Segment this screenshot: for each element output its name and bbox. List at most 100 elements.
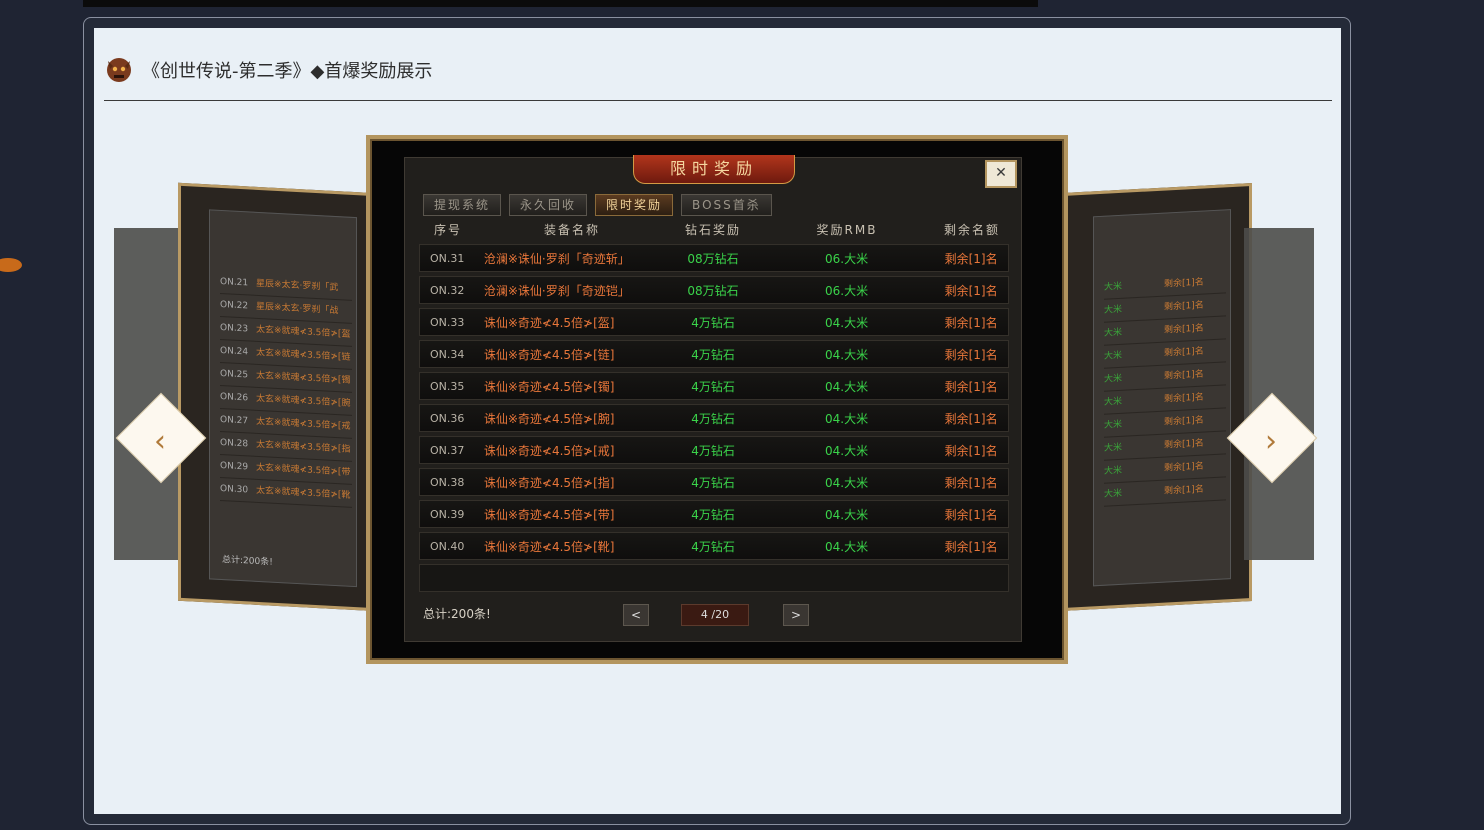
row-number: ON.32 (430, 283, 465, 297)
table-row: ON.39 诛仙※奇迹≮4.5倍≯[带] 4万钻石 04.大米 剩余[1]名 (419, 500, 1009, 528)
diamond-reward: 4万钻石 (691, 507, 735, 522)
row-number: ON.36 (430, 411, 465, 425)
side-right-rmb: 大米 (1104, 396, 1123, 408)
side-left-item-name: 星辰※太玄·罗刹「战 (256, 301, 339, 317)
row-number: ON.33 (430, 315, 465, 329)
decorative-blob (0, 258, 22, 272)
item-name: 诛仙※奇迹≮4.5倍≯[盔] (483, 315, 615, 330)
remaining-slots: 剩余[1]名 (944, 507, 998, 522)
item-name: 诛仙※奇迹≮4.5倍≯[指] (483, 475, 615, 490)
demon-head-icon (107, 58, 131, 82)
tab-boss-first-kill[interactable]: BOSS首杀 (681, 194, 772, 216)
item-name: 诛仙※奇迹≮4.5倍≯[戒] (483, 443, 615, 458)
diamond-reward: 4万钻石 (691, 539, 735, 554)
remaining-slots: 剩余[1]名 (944, 539, 998, 554)
side-left-row-number: ON.28 (220, 437, 249, 450)
table-row: ON.32 沧澜※诛仙·罗刹「奇迹铠」 08万钻石 06.大米 剩余[1]名 (419, 276, 1009, 304)
side-left-rows: ON.21 星辰※太玄·罗刹「武 ON.22 星辰※太玄·罗刹「战 ON.23 太玄※就魂… (220, 270, 352, 508)
side-right-row: 大米 剩余[1]名 (1104, 477, 1226, 507)
reward-modal-inner: 限时奖励 ✕ 提现系统 永久回收 限时奖励 BOSS首杀 序号 装备名称 钻石奖… (404, 155, 1022, 642)
column-header-remaining: 剩余名额 (943, 223, 1000, 237)
side-left-total: 总计:200条! (222, 555, 273, 568)
carousel-slide-far-right[interactable] (1244, 228, 1314, 560)
rmb-reward: 04.大米 (825, 347, 869, 362)
modal-banner: 限时奖励 (633, 155, 795, 184)
tab-limited-reward[interactable]: 限时奖励 (595, 194, 674, 216)
tab-permanent-recycle[interactable]: 永久回收 (509, 194, 588, 216)
column-header-no: 序号 (433, 223, 462, 237)
diamond-reward: 4万钻石 (691, 347, 735, 362)
table-row: ON.38 诛仙※奇迹≮4.5倍≯[指] 4万钻石 04.大米 剩余[1]名 (419, 468, 1009, 496)
side-left-item-name: 太玄※就魂≮3.5倍≯[链 (256, 347, 351, 363)
remaining-slots: 剩余[1]名 (944, 347, 998, 362)
side-left-item-name: 星辰※太玄·罗刹「武 (256, 278, 339, 294)
row-number: ON.39 (430, 507, 465, 521)
diamond-reward: 4万钻石 (691, 475, 735, 490)
item-name: 沧澜※诛仙·罗刹「奇迹铠」 (483, 283, 630, 298)
modal-footer: 总计:200条! < 4 /20 > (423, 602, 1007, 626)
item-name: 诛仙※奇迹≮4.5倍≯[镯] (483, 379, 615, 394)
side-right-remaining: 剩余[1]名 (1164, 300, 1204, 313)
reward-table-body: ON.31 沧澜※诛仙·罗刹「奇迹斩」 08万钻石 06.大米 剩余[1]名 ON.32 沧… (419, 244, 1009, 564)
rmb-reward: 04.大米 (825, 379, 869, 394)
side-right-rmb: 大米 (1104, 488, 1123, 500)
next-page-button[interactable]: > (783, 604, 809, 626)
side-right-remaining: 剩余[1]名 (1164, 461, 1204, 474)
title-divider (104, 100, 1332, 101)
side-right-inner: 大米 剩余[1]名 大米 剩余[1]名 大米 剩余[1]名 大米 剩余[1]名 大米 剩余[1]名… (1093, 209, 1231, 587)
close-icon[interactable]: ✕ (985, 160, 1017, 188)
side-left-item-name: 太玄※就魂≮3.5倍≯[盔 (256, 324, 351, 340)
table-row: ON.33 诛仙※奇迹≮4.5倍≯[盔] 4万钻石 04.大米 剩余[1]名 (419, 308, 1009, 336)
arrow-left-icon[interactable]: ‹ (140, 422, 180, 462)
table-row: ON.31 沧澜※诛仙·罗刹「奇迹斩」 08万钻石 06.大米 剩余[1]名 (419, 244, 1009, 272)
showcase-panel: 《创世传说-第二季》◆首爆奖励展示 ON.21 星辰※太玄·罗刹「武 ON.22 星辰… (94, 28, 1341, 814)
rmb-reward: 04.大米 (825, 411, 869, 426)
remaining-slots: 剩余[1]名 (944, 411, 998, 426)
item-name: 诛仙※奇迹≮4.5倍≯[带] (483, 507, 615, 522)
side-left-inner: ON.21 星辰※太玄·罗刹「武 ON.22 星辰※太玄·罗刹「战 ON.23 太玄※就魂… (209, 209, 357, 588)
remaining-slots: 剩余[1]名 (944, 283, 998, 298)
side-right-remaining: 剩余[1]名 (1164, 484, 1204, 497)
remaining-slots: 剩余[1]名 (944, 443, 998, 458)
item-name: 诛仙※奇迹≮4.5倍≯[靴] (483, 539, 615, 554)
arrow-right-icon[interactable]: › (1251, 422, 1291, 462)
side-left-item-name: 太玄※就魂≮3.5倍≯[戒 (256, 416, 351, 432)
table-empty-row (419, 564, 1009, 592)
table-row: ON.36 诛仙※奇迹≮4.5倍≯[腕] 4万钻石 04.大米 剩余[1]名 (419, 404, 1009, 432)
modal-tabs: 提现系统 永久回收 限时奖励 BOSS首杀 (423, 194, 772, 216)
side-right-rmb: 大米 (1104, 373, 1123, 385)
side-left-row-number: ON.30 (220, 483, 249, 496)
diamond-reward: 4万钻石 (691, 379, 735, 394)
side-left-item-name: 太玄※就魂≮3.5倍≯[镯 (256, 370, 351, 386)
side-left-row-number: ON.22 (220, 299, 249, 312)
diamond-reward: 08万钻石 (687, 251, 739, 266)
page-indicator: 4 /20 (681, 604, 749, 626)
side-left-row-number: ON.21 (220, 276, 249, 289)
side-left-row-number: ON.24 (220, 345, 249, 358)
rmb-reward: 04.大米 (825, 443, 869, 458)
table-row: ON.40 诛仙※奇迹≮4.5倍≯[靴] 4万钻石 04.大米 剩余[1]名 (419, 532, 1009, 560)
table-row: ON.34 诛仙※奇迹≮4.5倍≯[链] 4万钻石 04.大米 剩余[1]名 (419, 340, 1009, 368)
carousel-slide-left[interactable]: ON.21 星辰※太玄·罗刹「武 ON.22 星辰※太玄·罗刹「战 ON.23 太玄※就魂… (178, 182, 378, 612)
rmb-reward: 04.大米 (825, 539, 869, 554)
prev-page-button[interactable]: < (623, 604, 649, 626)
column-header-rmb: 奖励RMB (816, 223, 878, 237)
carousel-slide-right[interactable]: 大米 剩余[1]名 大米 剩余[1]名 大米 剩余[1]名 大米 剩余[1]名 大米 剩余[1]名… (1062, 183, 1252, 611)
column-header-diamond: 钻石奖励 (684, 223, 741, 237)
side-right-remaining: 剩余[1]名 (1164, 392, 1204, 405)
remaining-slots: 剩余[1]名 (944, 315, 998, 330)
side-right-rows: 大米 剩余[1]名 大米 剩余[1]名 大米 剩余[1]名 大米 剩余[1]名 大米 剩余[1]名… (1104, 270, 1226, 507)
row-number: ON.40 (430, 539, 465, 553)
row-number: ON.34 (430, 347, 465, 361)
side-right-rmb: 大米 (1104, 327, 1123, 339)
diamond-reward: 4万钻石 (691, 443, 735, 458)
column-header-name: 装备名称 (543, 223, 600, 237)
side-right-remaining: 剩余[1]名 (1164, 323, 1204, 336)
diamond-reward: 4万钻石 (691, 315, 735, 330)
remaining-slots: 剩余[1]名 (944, 475, 998, 490)
side-right-rmb: 大米 (1104, 281, 1123, 293)
side-right-rmb: 大米 (1104, 304, 1123, 316)
tab-withdraw-system[interactable]: 提现系统 (423, 194, 502, 216)
rmb-reward: 04.大米 (825, 315, 869, 330)
item-name: 诛仙※奇迹≮4.5倍≯[链] (483, 347, 615, 362)
